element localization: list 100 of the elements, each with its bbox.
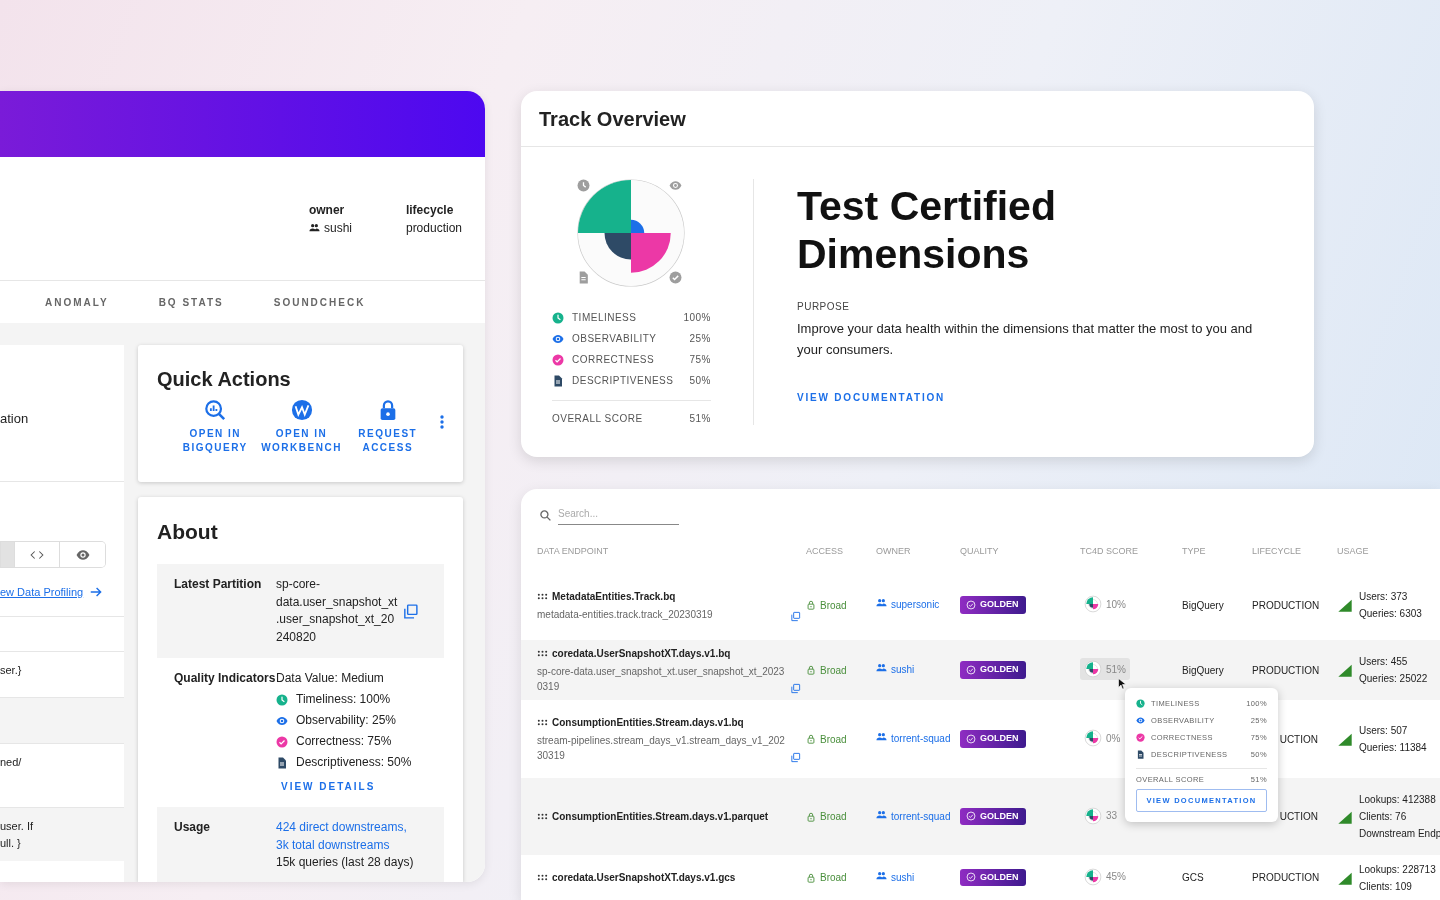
copy-icon[interactable] — [402, 602, 419, 620]
usage-text: Users: 373 — [1359, 590, 1409, 604]
tab[interactable]: ANOMALY — [45, 290, 109, 314]
overall-label: OVERALL SCORE — [552, 412, 643, 426]
lock-icon — [806, 811, 816, 822]
legend-label: CORRECTNESS — [572, 353, 655, 367]
more-options-icon[interactable] — [440, 415, 444, 429]
score-text: 51% — [1106, 662, 1126, 677]
indicator-text: Descriptiveness: 50% — [296, 754, 412, 772]
legend-label: OBSERVABILITY — [572, 332, 657, 346]
view-toggle[interactable] — [59, 542, 105, 567]
trend-icon — [1337, 662, 1353, 678]
endpoint-path: stream-pipelines.stream_days_v1.stream_days_v1_20230319 — [537, 734, 786, 763]
quality-badge: GOLDEN — [960, 868, 1026, 887]
copy-icon[interactable] — [790, 752, 801, 763]
quality-badge: GOLDEN — [960, 596, 1026, 614]
view-documentation-link[interactable]: VIEW DOCUMENTATION — [797, 389, 946, 405]
dots-grid-icon — [537, 872, 548, 883]
endpoint-path: metadata-entities.track.track_20230319 — [537, 607, 714, 622]
lifecycle-label: lifecycle — [405, 201, 455, 219]
score-text: 33 — [1106, 809, 1118, 823]
legend-label: TIMELINESS — [572, 311, 637, 325]
legend-value: 25% — [689, 332, 711, 346]
search-field[interactable]: Search... — [558, 506, 679, 525]
view-details-link[interactable]: VIEW DETAILS — [281, 777, 376, 796]
check-icon — [669, 271, 682, 284]
people-icon — [308, 222, 320, 233]
owner-link[interactable]: torrent-squad — [891, 731, 959, 747]
type-text: GCS — [1182, 872, 1204, 883]
usage-text: Lookups: 228713 — [1359, 862, 1436, 877]
endpoint-name: MetadataEntities.Track.bq — [552, 589, 676, 604]
heading-text: ation — [0, 411, 29, 426]
lifecycle-text: UCTION — [1279, 811, 1318, 822]
endpoint-name: ConsumptionEntities.Stream.days.v1.bq — [552, 716, 744, 730]
owner-link[interactable]: sushi — [891, 869, 959, 886]
quick-action-button[interactable]: REQUEST ACCESS — [349, 399, 426, 455]
downstreams-link[interactable]: 424 direct downstreams, 3k total downstreams — [276, 819, 414, 855]
track-heading: Test Certified Dimensions — [797, 183, 1057, 279]
field-value: 15k queries (last 28 days) — [276, 854, 414, 872]
score-chip[interactable]: 51% — [1080, 658, 1130, 680]
score-text: 0% — [1106, 731, 1121, 746]
purpose-label: PURPOSE — [797, 299, 851, 314]
usage-text: Clients: 109 — [1359, 879, 1413, 894]
clock-icon — [577, 179, 590, 192]
copy-icon[interactable] — [790, 683, 801, 694]
copy-icon[interactable] — [790, 610, 801, 622]
column-header: LIFECYCLE — [1252, 545, 1303, 558]
radar-icon — [1084, 867, 1102, 886]
dots-grid-icon — [537, 648, 548, 659]
trend-icon — [1337, 597, 1353, 613]
column-header: TYPE — [1182, 545, 1207, 558]
card-title: About — [157, 519, 219, 545]
check-icon — [966, 599, 976, 610]
column-header: ACCESS — [806, 545, 844, 558]
people-icon — [876, 869, 887, 881]
text-fragment: ned/ — [0, 755, 23, 770]
type-text: BigQuery — [1182, 599, 1224, 611]
trend-icon — [1337, 731, 1353, 747]
owner-label: owner — [308, 201, 346, 219]
text-fragment: ull. } — [0, 835, 22, 851]
indicator-text: Observability: 25% — [296, 712, 397, 730]
field-value: sp-core-data.user_snapshot_xt.user_snapshot_xt_20240820 — [276, 576, 398, 646]
profiling-link[interactable]: ew Data Profiling — [0, 584, 104, 601]
owner-link[interactable]: supersonic — [891, 597, 959, 613]
check-icon — [966, 733, 976, 744]
view-toggle[interactable] — [0, 542, 14, 567]
field-label: Usage — [174, 819, 212, 837]
column-header: DATA ENDPOINT — [537, 545, 610, 558]
people-icon — [876, 662, 887, 673]
owner-link[interactable]: sushi — [891, 662, 959, 678]
eye-icon — [75, 547, 90, 562]
score-text: 45% — [1106, 870, 1126, 884]
lock-icon — [806, 734, 816, 744]
access-text: Broad — [820, 598, 847, 613]
quick-action-button[interactable]: OPEN IN WORKBENCH — [261, 399, 342, 455]
legend-value: 75% — [689, 353, 711, 367]
card-title: Track Overview — [539, 106, 686, 131]
lock-icon — [806, 872, 816, 883]
field-label: Latest Partition — [174, 576, 263, 594]
column-header: TC4D SCORE — [1080, 545, 1139, 558]
tab[interactable]: BQ STATS — [158, 290, 224, 314]
magnifier-chart-icon — [204, 399, 227, 421]
search-icon — [539, 509, 552, 522]
field-value: Data Value: Medium — [276, 670, 385, 688]
cursor-icon — [1117, 676, 1129, 692]
indicator-text: Timeliness: 100% — [296, 691, 391, 709]
radar-icon — [1084, 595, 1102, 613]
overall-value: 51% — [689, 412, 711, 426]
lifecycle-text: UCTION — [1279, 733, 1318, 745]
workbench-logo-icon — [290, 399, 313, 421]
usage-text: Queries: 6303 — [1359, 607, 1422, 621]
legend-label: DESCRIPTIVENESS — [572, 374, 674, 388]
column-header: OWNER — [876, 545, 912, 558]
quick-action-button[interactable]: OPEN IN BIGQUERY — [177, 399, 254, 455]
legend-value: 50% — [689, 374, 711, 388]
lock-icon — [806, 600, 816, 610]
quality-badge: GOLDEN — [960, 661, 1026, 679]
owner-link[interactable]: torrent-squad — [891, 808, 959, 825]
dots-grid-icon — [537, 811, 548, 822]
tab[interactable]: SOUNDCHECK — [273, 290, 366, 314]
